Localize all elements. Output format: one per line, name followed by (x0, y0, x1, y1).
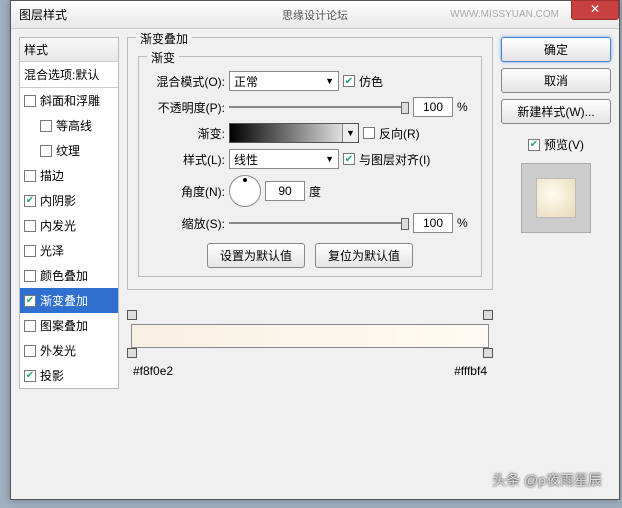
dither-label: 仿色 (359, 73, 383, 90)
scale-label: 缩放(S): (147, 215, 225, 232)
color-stop-left[interactable] (127, 348, 137, 358)
preview-checkbox[interactable]: ✔ (528, 139, 540, 151)
style-label: 描边 (40, 167, 64, 184)
style-checkbox[interactable] (24, 170, 36, 182)
window-url: WWW.MISSYUAN.COM (450, 9, 559, 20)
gradient-label: 渐变: (147, 125, 225, 142)
style-label: 颜色叠加 (40, 267, 88, 284)
style-checkbox[interactable]: ✔ (24, 295, 36, 307)
style-label: 外发光 (40, 342, 76, 359)
scale-value[interactable]: 100 (413, 213, 453, 233)
style-label: 内阴影 (40, 192, 76, 209)
blendmode-select[interactable]: 正常 ▼ (229, 71, 339, 91)
reverse-checkbox[interactable] (363, 127, 375, 139)
gradient-bar[interactable] (131, 324, 489, 348)
group-title: 渐变叠加 (136, 30, 192, 47)
scale-slider[interactable] (229, 216, 409, 230)
style-item[interactable]: ✔ 内阴影 (20, 188, 118, 213)
reverse-label: 反向(R) (379, 125, 420, 142)
style-item[interactable]: 斜面和浮雕 (20, 88, 118, 113)
angle-label: 角度(N): (147, 183, 225, 200)
titlebar: 图层样式 思缘设计论坛 WWW.MISSYUAN.COM ✕ (11, 1, 619, 29)
chevron-down-icon: ▼ (325, 154, 334, 164)
color-right-label: #fffbf4 (454, 364, 487, 378)
style-item[interactable]: 等高线 (20, 113, 118, 138)
style-checkbox[interactable] (24, 270, 36, 282)
style-checkbox[interactable] (24, 95, 36, 107)
window-title: 图层样式 (15, 6, 67, 23)
window-subtitle: 思缘设计论坛 (282, 7, 348, 23)
style-checkbox[interactable]: ✔ (24, 195, 36, 207)
angle-value[interactable]: 90 (265, 181, 305, 201)
style-label: 样式(L): (147, 151, 225, 168)
chevron-down-icon: ▼ (342, 124, 358, 142)
watermark: 头条 @p夜雨星辰 (492, 470, 602, 490)
style-checkbox[interactable] (24, 320, 36, 332)
style-item[interactable]: ✔ 渐变叠加 (20, 288, 118, 313)
opacity-value[interactable]: 100 (413, 97, 453, 117)
opacity-stop-left[interactable] (127, 310, 137, 320)
style-label: 内发光 (40, 217, 76, 234)
preview-swatch (521, 163, 591, 233)
style-checkbox[interactable] (24, 345, 36, 357)
style-item[interactable]: 描边 (20, 163, 118, 188)
style-item[interactable]: 图案叠加 (20, 313, 118, 338)
angle-dial[interactable] (229, 175, 261, 207)
blending-options[interactable]: 混合选项:默认 (20, 62, 118, 88)
inner-title: 渐变 (147, 49, 179, 66)
blendmode-label: 混合模式(O): (147, 73, 225, 90)
styles-list: 样式 混合选项:默认 斜面和浮雕等高线纹理描边 ✔ 内阴影内发光光泽颜色叠加 ✔ 渐变叠… (19, 37, 119, 389)
opacity-stop-right[interactable] (483, 310, 493, 320)
opacity-slider[interactable] (229, 100, 409, 114)
style-item[interactable]: 纹理 (20, 138, 118, 163)
align-checkbox[interactable]: ✔ (343, 153, 355, 165)
style-label: 等高线 (56, 117, 92, 134)
style-label: 投影 (40, 367, 64, 384)
color-left-label: #f8f0e2 (133, 364, 173, 378)
style-label: 斜面和浮雕 (40, 92, 100, 109)
align-label: 与图层对齐(I) (359, 151, 430, 168)
opacity-label: 不透明度(P): (147, 99, 225, 116)
style-checkbox[interactable] (24, 245, 36, 257)
chevron-down-icon: ▼ (325, 76, 334, 86)
preview-label: 预览(V) (544, 136, 584, 153)
style-label: 图案叠加 (40, 317, 88, 334)
style-checkbox[interactable] (40, 145, 52, 157)
gradient-overlay-group: 渐变叠加 渐变 混合模式(O): 正常 ▼ ✔ 仿色 不透明度(P): (127, 37, 493, 290)
dither-checkbox[interactable]: ✔ (343, 75, 355, 87)
gradient-inner-group: 渐变 混合模式(O): 正常 ▼ ✔ 仿色 不透明度(P): (138, 56, 482, 277)
style-checkbox[interactable] (24, 220, 36, 232)
gradient-picker[interactable]: ▼ (229, 123, 359, 143)
style-item[interactable]: 光泽 (20, 238, 118, 263)
angle-unit: 度 (309, 183, 321, 200)
style-label: 光泽 (40, 242, 64, 259)
cancel-button[interactable]: 取消 (501, 68, 611, 93)
reset-default-button[interactable]: 复位为默认值 (315, 243, 413, 268)
style-label: 纹理 (56, 142, 80, 159)
style-item[interactable]: 内发光 (20, 213, 118, 238)
gradient-editor: #f8f0e2 #fffbf4 (127, 310, 493, 380)
ok-button[interactable]: 确定 (501, 37, 611, 62)
set-default-button[interactable]: 设置为默认值 (207, 243, 305, 268)
color-stop-right[interactable] (483, 348, 493, 358)
close-button[interactable]: ✕ (571, 0, 619, 20)
style-item[interactable]: 颜色叠加 (20, 263, 118, 288)
new-style-button[interactable]: 新建样式(W)... (501, 99, 611, 124)
style-label: 渐变叠加 (40, 292, 88, 309)
style-item[interactable]: 外发光 (20, 338, 118, 363)
style-select[interactable]: 线性 ▼ (229, 149, 339, 169)
style-item[interactable]: ✔ 投影 (20, 363, 118, 388)
style-checkbox[interactable] (40, 120, 52, 132)
styles-header: 样式 (20, 38, 118, 62)
style-checkbox[interactable]: ✔ (24, 370, 36, 382)
